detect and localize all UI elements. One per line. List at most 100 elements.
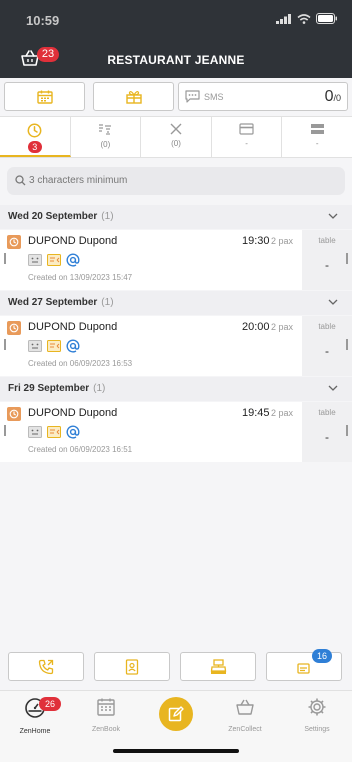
table-value: - [325,344,329,358]
tab-label: ZenHome [19,728,51,735]
booking-card[interactable]: DUPOND Dupond 20:00 2 pax Created on 06/… [0,316,352,376]
messages-badge: 16 [312,649,332,663]
messages-button[interactable]: 16 [266,649,342,681]
drag-handle-left [4,253,6,264]
tab-label: Settings [304,726,330,733]
booking-created: Created on 13/09/2023 15:47 [28,273,133,282]
cancel-icon [170,123,182,135]
booking-icons [28,253,80,267]
day-label: Fri 29 September (1) [8,383,106,394]
table-assign[interactable]: table - [302,230,352,290]
tab-cancelled-count: (0) [171,139,181,148]
tab-zencollect[interactable]: ZenCollect [215,697,275,733]
tab-zenbook[interactable]: ZenBook [76,697,136,733]
tab-pending[interactable]: 3 [0,117,71,157]
tab-settings[interactable]: Settings [287,697,347,733]
calendar-grid-icon [97,698,115,716]
status-icons [276,13,338,24]
booking-name: DUPOND Dupond [28,321,118,333]
tab-list[interactable]: - [282,117,352,157]
home-indicator [113,749,239,753]
tab-pending-badge: 3 [27,141,42,153]
booking-created: Created on 06/09/2023 16:53 [28,359,133,368]
booking-card[interactable]: DUPOND Dupond 19:45 2 pax Created on 06/… [0,402,352,462]
wifi-icon [297,13,311,24]
app-header: 10:59 23 RESTAURANT JEANNE [0,0,352,78]
cash-register-icon [210,658,226,674]
phone-booking-button[interactable] [8,652,84,681]
email-icon [66,425,80,439]
gear-icon [308,698,326,716]
gift-button[interactable] [93,82,174,111]
gift-icon [125,90,142,104]
calendar-button[interactable] [4,82,85,111]
new-booking-button[interactable] [159,697,193,731]
table-assign[interactable]: table - [302,316,352,376]
table-label: table [318,236,336,245]
cash-register-button[interactable] [180,652,256,681]
customer-face-icon [28,426,42,438]
calendar-icon [36,90,53,104]
tab-list-count: - [315,139,319,148]
pending-status-icon [7,321,21,335]
day-label: Wed 20 September (1) [8,211,114,222]
drag-handle-left [4,339,6,350]
booking-source-icon [47,426,61,438]
sms-button[interactable]: SMS 0/0 [178,82,348,111]
search-placeholder: 3 characters minimum [29,175,128,186]
clock-icon [27,123,42,138]
tab-zenhome[interactable]: 26 ZenHome [5,697,65,735]
chevron-down-icon[interactable] [328,212,338,220]
booking-icons [28,339,80,353]
quick-actions: 16 [8,649,344,682]
booking-time: 19:30 [242,235,270,247]
basket-icon [236,699,254,715]
day-header[interactable]: Wed 20 September (1) [0,205,352,229]
chat-icon [185,90,200,103]
contacts-button[interactable] [94,652,170,681]
table-assign[interactable]: table - [302,402,352,462]
booking-name: DUPOND Dupond [28,407,118,419]
day-label: Wed 27 September (1) [8,297,114,308]
drag-handle-right [346,253,348,264]
sort-icon [99,124,112,135]
pending-status-icon [7,235,21,249]
filter-tabs: 3 (0) (0) - - [0,116,352,158]
sms-counter: 0/0 [324,88,341,105]
signal-icon [276,13,291,24]
tab-sorted[interactable]: (0) [71,117,142,157]
booking-card[interactable]: DUPOND Dupond 19:30 2 pax Created on 13/… [0,230,352,290]
booking-icons [28,425,80,439]
table-value: - [325,258,329,272]
chevron-down-icon[interactable] [328,384,338,392]
battery-icon [316,13,337,24]
top-actions: SMS 0/0 [4,82,348,112]
page-title: RESTAURANT JEANNE [107,53,245,67]
drag-handle-right [346,425,348,436]
search-icon [15,175,26,186]
contact-card-icon [125,658,139,675]
bottom-tabbar: 26 ZenHome ZenBook ZenCollect Settings [0,690,352,762]
booking-pax: 2 pax [271,408,294,418]
table-label: table [318,322,336,331]
booking-time: 19:45 [242,407,270,419]
status-time: 10:59 [26,13,60,28]
tab-label: ZenCollect [228,726,262,733]
list-icon [310,124,324,134]
drag-handle-left [4,425,6,436]
search-input[interactable]: 3 characters minimum [7,167,345,195]
tab-cancelled[interactable]: (0) [141,117,212,157]
edit-icon [168,706,184,722]
cash-register-chat-icon [297,662,310,674]
tab-label: ZenBook [91,726,121,733]
tab-payment[interactable]: - [212,117,283,157]
pending-status-icon [7,407,21,421]
booking-pax: 2 pax [271,236,294,246]
chevron-down-icon[interactable] [328,298,338,306]
customer-face-icon [28,340,42,352]
booking-source-icon [47,340,61,352]
drag-handle-right [346,339,348,350]
table-value: - [325,430,329,444]
day-header[interactable]: Wed 27 September (1) [0,291,352,315]
day-header[interactable]: Fri 29 September (1) [0,377,352,401]
